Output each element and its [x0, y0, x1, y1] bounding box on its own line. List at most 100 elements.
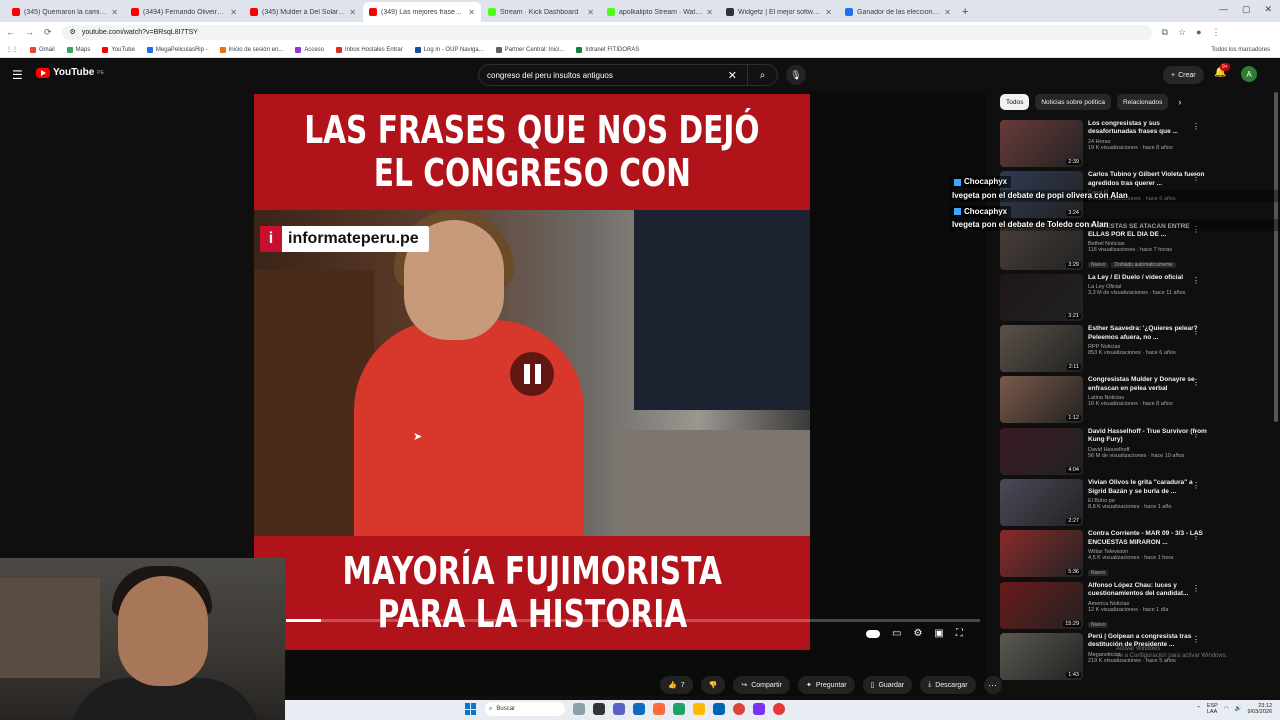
bookmark-item[interactable]: Gmail — [30, 46, 55, 53]
close-icon[interactable]: ✕ — [1264, 4, 1272, 15]
download-button[interactable]: ⤓ Descargar — [920, 676, 976, 694]
create-button[interactable]: + Crear — [1163, 66, 1204, 84]
fullscreen-icon[interactable]: ⛶ — [956, 628, 963, 639]
taskbar-search[interactable]: ⌕ Buscar — [485, 702, 565, 716]
taskview-icon[interactable] — [573, 703, 585, 715]
bookmark-item[interactable]: Inicio de sesión en... — [219, 46, 283, 53]
chips-next-icon[interactable]: › — [1178, 97, 1181, 107]
like-button[interactable]: 👍 7 — [660, 676, 693, 694]
bookmark-item[interactable]: MegaPeliculasRip - — [146, 46, 208, 53]
apps-icon[interactable]: ⋮⋮ — [6, 46, 18, 53]
app-icon-3[interactable] — [673, 703, 685, 715]
video-options-icon[interactable]: ⋮ — [1192, 635, 1200, 644]
ask-button[interactable]: ✦ Preguntar — [797, 676, 855, 694]
recommended-video[interactable]: 3:21 La Ley / El Duelo / video oficial La … — [1000, 273, 1210, 325]
browser-tab[interactable]: (349) Las mejores frases de ✕ — [363, 2, 481, 22]
avatar[interactable]: A — [1241, 66, 1257, 82]
recommended-video[interactable]: 2:27 Vivian Olivos le grita "caradura" a … — [1000, 479, 1210, 530]
tab-close-icon[interactable]: ✕ — [111, 8, 118, 17]
video-thumbnail[interactable]: 1:43 — [1000, 632, 1083, 680]
bookmark-item[interactable]: Log in - OUP Naviga... — [414, 46, 484, 53]
pause-icon[interactable] — [510, 352, 554, 396]
notifications-icon[interactable]: 🔔 9+ — [1214, 63, 1230, 78]
tab-close-icon[interactable]: ✕ — [825, 8, 832, 17]
search-box[interactable]: congreso del peru insultos antiguos ✕ ⌕ — [478, 64, 778, 86]
bookmark-item[interactable]: Maps — [66, 46, 90, 53]
video-thumbnail[interactable]: 2:11 — [1000, 325, 1083, 373]
app-icon-2[interactable] — [653, 703, 665, 715]
filter-chip[interactable]: Relacionados — [1116, 94, 1169, 110]
volume-icon[interactable]: 🔊 — [1235, 706, 1242, 712]
edge-icon[interactable] — [633, 703, 645, 715]
video-options-icon[interactable]: ⋮ — [1192, 584, 1200, 593]
menu-dots-icon[interactable]: ⋮ — [1212, 27, 1221, 38]
new-tab-button[interactable]: + — [962, 6, 968, 18]
reload-icon[interactable]: ⟳ — [44, 27, 52, 38]
browser-tab[interactable]: (3494) Fernando Oliveira vs Alan✕ — [125, 2, 243, 22]
windows-start-icon[interactable] — [465, 703, 477, 715]
tab-close-icon[interactable]: ✕ — [706, 8, 713, 17]
video-thumbnail[interactable]: 5:36 — [1000, 530, 1083, 578]
theater-mode-icon[interactable]: ▣ — [934, 628, 943, 639]
recommended-video[interactable]: 2:39 Los congresistas y sus desafortunada… — [1000, 120, 1210, 171]
tab-close-icon[interactable]: ✕ — [468, 8, 475, 17]
browser-tab[interactable]: Stream · Kick Dashboard ✕ — [482, 2, 600, 22]
video-options-icon[interactable]: ⋮ — [1192, 481, 1200, 490]
chrome-icon[interactable] — [733, 703, 745, 715]
file-explorer-icon[interactable] — [693, 703, 705, 715]
video-options-icon[interactable]: ⋮ — [1192, 532, 1200, 541]
video-thumbnail[interactable]: 4:04 — [1000, 427, 1083, 475]
url-field[interactable]: ⚙ youtube.com/watch?v=BRsqL8I7TSY — [61, 24, 1152, 40]
recommended-video[interactable]: 2:11 Esther Saavedra: '¿Quieres pelear? P… — [1000, 325, 1210, 376]
tab-close-icon[interactable]: ✕ — [587, 8, 594, 17]
obs-icon[interactable] — [773, 703, 785, 715]
youtube-logo[interactable]: YouTube PE — [36, 67, 104, 78]
minimize-icon[interactable]: — — [1219, 4, 1228, 15]
tab-close-icon[interactable]: ✕ — [944, 8, 951, 17]
store-icon[interactable] — [713, 703, 725, 715]
recommended-video[interactable]: 5:36 Contra Corriente - MAR 09 - 3/3 - LA… — [1000, 530, 1210, 581]
video-thumbnail[interactable]: 2:39 — [1000, 120, 1083, 167]
tab-close-icon[interactable]: ✕ — [349, 8, 356, 17]
language-indicator[interactable]: ESP LAA — [1207, 703, 1218, 715]
filter-chip[interactable]: Todos — [1000, 94, 1030, 110]
tab-close-icon[interactable]: ✕ — [230, 8, 237, 17]
browser-tab[interactable]: Ganador de las elecciones pres✕ — [839, 2, 957, 22]
profile-icon[interactable]: ● — [1196, 27, 1201, 37]
recommended-video[interactable]: 1:12 Congresistas Mulder y Donayre se enf… — [1000, 376, 1210, 427]
video-frame[interactable]: LAS FRASES QUE NOS DEJÓ EL CONGRESO CON … — [254, 94, 810, 650]
video-options-icon[interactable]: ⋮ — [1192, 276, 1200, 285]
back-icon[interactable]: ← — [6, 27, 15, 37]
recommended-video[interactable]: 15:29 Alfonso López Chau: luces y cuestio… — [1000, 581, 1210, 633]
video-thumbnail[interactable]: 1:12 — [1000, 376, 1083, 424]
share-button[interactable]: ↪ Compartir — [733, 676, 790, 694]
video-thumbnail[interactable]: 2:27 — [1000, 479, 1083, 527]
video-thumbnail[interactable]: 3:21 — [1000, 273, 1083, 321]
menu-icon[interactable]: ☰ — [12, 68, 23, 82]
autoplay-toggle[interactable] — [866, 629, 880, 638]
site-info-icon[interactable]: ⚙ — [70, 28, 76, 36]
browser-tab[interactable]: (345) Quemaron la camiseta de M✕ — [6, 2, 124, 22]
app-icon-1[interactable] — [593, 703, 605, 715]
search-icon[interactable]: ⌕ — [747, 65, 777, 85]
filter-chip[interactable]: Noticias sobre política — [1035, 94, 1111, 110]
bookmark-item[interactable]: YouTube — [102, 46, 135, 53]
video-options-icon[interactable]: ⋮ — [1192, 122, 1200, 131]
bookmark-star-icon[interactable]: ☆ — [1178, 27, 1186, 38]
all-bookmarks-button[interactable]: Todos los marcadores — [1211, 47, 1270, 53]
forward-icon[interactable]: → — [25, 27, 34, 37]
install-icon[interactable]: ⧉ — [1162, 27, 1168, 38]
page-scrollbar[interactable] — [1274, 92, 1278, 422]
more-actions-icon[interactable]: ⋯ — [983, 676, 1002, 694]
bookmark-item[interactable]: Acceso — [295, 46, 324, 53]
video-progress-bar[interactable] — [286, 619, 980, 622]
clock[interactable]: 23:12 9/03/2026 — [1248, 703, 1272, 715]
clear-search-icon[interactable]: ✕ — [728, 69, 737, 82]
maximize-icon[interactable]: ▢ — [1242, 4, 1251, 15]
video-options-icon[interactable]: ⋮ — [1192, 378, 1200, 387]
save-button[interactable]: ▯ Guardar — [862, 676, 913, 694]
bookmark-item[interactable]: Intranet FITIDORAS — [576, 46, 639, 53]
bookmark-item[interactable]: Inbox Hostales Entrar — [336, 46, 403, 53]
video-options-icon[interactable]: ⋮ — [1192, 327, 1200, 336]
teams-icon[interactable] — [613, 703, 625, 715]
